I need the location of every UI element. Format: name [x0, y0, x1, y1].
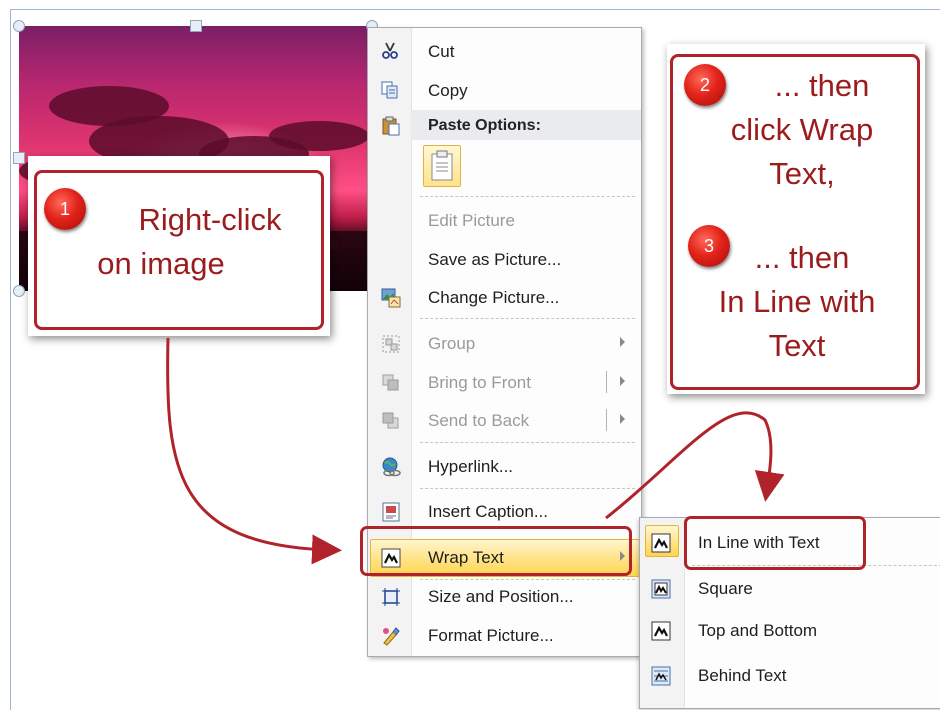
- arrow-to-in-line-with-text: [605, 411, 785, 520]
- annotation-arrows: [166, 337, 785, 565]
- arrow-to-wrap-text: [166, 337, 342, 565]
